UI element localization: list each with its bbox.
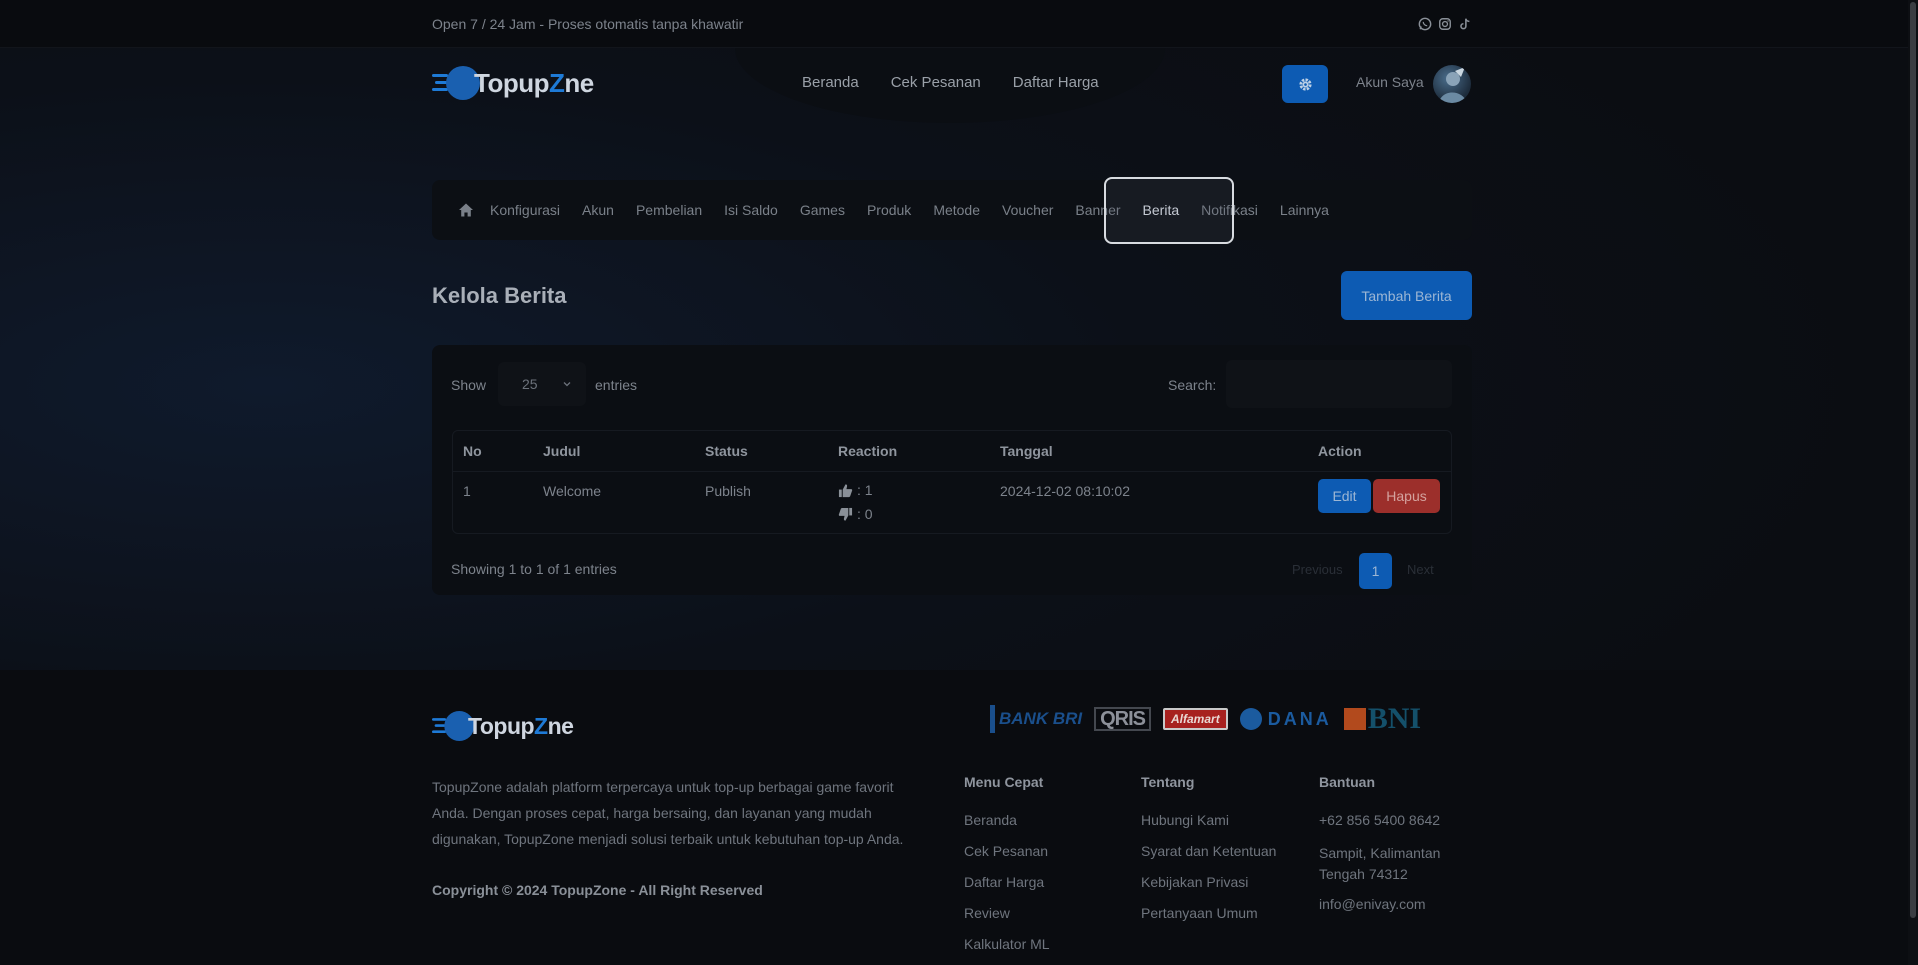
scrollbar-thumb[interactable]	[1910, 2, 1916, 918]
footer-link-cek-pesanan[interactable]: Cek Pesanan	[964, 843, 1050, 859]
news-table	[452, 430, 1452, 534]
col-no: No	[463, 443, 482, 459]
main-nav: Beranda Cek Pesanan Daftar Harga	[802, 74, 1099, 91]
logo-text: TopupZne	[468, 712, 574, 739]
add-news-button[interactable]: Tambah Berita	[1341, 271, 1472, 320]
nav-daftar-harga[interactable]: Daftar Harga	[1013, 74, 1099, 91]
col-action: Action	[1318, 443, 1362, 459]
cell-tanggal: 2024-12-02 08:10:02	[1000, 483, 1130, 499]
entries-select[interactable]: 25	[498, 362, 586, 406]
col-tanggal: Tanggal	[1000, 443, 1053, 459]
admin-menu: Konfigurasi Akun Pembelian Isi Saldo Gam…	[432, 180, 1472, 240]
footer-tentang: Tentang Hubungi Kami Syarat dan Ketentua…	[1141, 774, 1276, 936]
page-title: Kelola Berita	[432, 283, 567, 308]
footer-heading: Tentang	[1141, 774, 1195, 790]
pagination-next[interactable]: Next	[1407, 562, 1434, 577]
footer-heading: Menu Cepat	[964, 774, 1044, 790]
chevron-down-icon	[563, 382, 571, 387]
entries-label: entries	[595, 377, 638, 393]
whatsapp-icon[interactable]	[1418, 17, 1432, 31]
nav-beranda[interactable]: Beranda	[802, 74, 859, 91]
active-menu-highlight	[1104, 177, 1234, 244]
payment-logos: BANK BRI QRIS Alfamart DANA BNI	[990, 702, 1421, 735]
footer	[0, 670, 1908, 965]
header-divider	[453, 471, 1451, 472]
footer-link-daftar-harga[interactable]: Daftar Harga	[964, 874, 1050, 890]
pagination-previous[interactable]: Previous	[1292, 562, 1343, 577]
instagram-icon[interactable]	[1438, 17, 1452, 31]
tiktok-icon[interactable]	[1458, 17, 1472, 31]
menu-konfigurasi[interactable]: Konfigurasi	[490, 202, 560, 218]
search-label: Search:	[1168, 377, 1217, 393]
footer-link-beranda[interactable]: Beranda	[964, 812, 1050, 828]
dislike-count: : 0	[838, 506, 873, 522]
social-links	[1418, 17, 1472, 31]
menu-isi-saldo[interactable]: Isi Saldo	[724, 202, 778, 218]
footer-bantuan: Bantuan +62 856 5400 8642 Sampit, Kalima…	[1319, 774, 1469, 927]
copyright: Copyright © 2024 TopupZone - All Right R…	[432, 882, 763, 898]
cell-status: Publish	[705, 483, 751, 499]
footer-link-faq[interactable]: Pertanyaan Umum	[1141, 905, 1276, 921]
pagination-page-1[interactable]: 1	[1359, 553, 1392, 589]
account-label[interactable]: Akun Saya	[1356, 74, 1424, 90]
logo-text: TopupZne	[474, 67, 594, 98]
bni-icon	[1343, 708, 1366, 730]
show-label: Show	[451, 377, 487, 393]
payment-qris-logo: QRIS	[1094, 707, 1152, 731]
thumbs-down-icon	[838, 507, 853, 521]
like-count: : 1	[838, 482, 873, 498]
footer-heading: Bantuan	[1319, 774, 1375, 790]
nav-cek-pesanan[interactable]: Cek Pesanan	[891, 74, 981, 91]
cell-judul: Welcome	[543, 483, 602, 499]
footer-address: Sampit, Kalimantan Tengah 74312	[1319, 845, 1441, 882]
topbar-text: Open 7 / 24 Jam - Proses otomatis tanpa …	[432, 16, 744, 32]
footer-link-hubungi-kami[interactable]: Hubungi Kami	[1141, 812, 1276, 828]
footer-link-syarat[interactable]: Syarat dan Ketentuan	[1141, 843, 1276, 859]
avatar-image	[1439, 67, 1467, 103]
gear-icon	[1298, 77, 1312, 91]
site-logo[interactable]: TopupZne	[432, 64, 594, 102]
payment-dana-logo: DANA	[1239, 705, 1332, 733]
menu-produk[interactable]: Produk	[867, 202, 911, 218]
delete-button[interactable]: Hapus	[1373, 479, 1440, 513]
payment-bri-logo: BANK BRI	[990, 705, 1082, 733]
cell-no: 1	[463, 483, 471, 499]
top-bar: Open 7 / 24 Jam - Proses otomatis tanpa …	[0, 0, 1908, 48]
payment-alfamart-logo: Alfamart	[1163, 708, 1228, 730]
footer-phone[interactable]: +62 856 5400 8642	[1319, 812, 1469, 828]
entries-value: 25	[522, 376, 538, 392]
menu-pembelian[interactable]: Pembelian	[636, 202, 702, 218]
menu-metode[interactable]: Metode	[933, 202, 980, 218]
col-status: Status	[705, 443, 748, 459]
col-judul: Judul	[543, 443, 581, 459]
footer-logo[interactable]: TopupZne	[432, 709, 574, 743]
search-input[interactable]	[1226, 360, 1452, 408]
thumbs-up-icon	[838, 483, 853, 497]
menu-games[interactable]: Games	[800, 202, 845, 218]
footer-link-kalkulator-ml[interactable]: Kalkulator ML	[964, 936, 1050, 952]
menu-lainnya[interactable]: Lainnya	[1280, 202, 1329, 218]
edit-button[interactable]: Edit	[1318, 479, 1371, 513]
footer-link-privasi[interactable]: Kebijakan Privasi	[1141, 874, 1276, 890]
footer-menu-cepat: Menu Cepat Beranda Cek Pesanan Daftar Ha…	[964, 774, 1050, 965]
table-info: Showing 1 to 1 of 1 entries	[451, 561, 617, 577]
menu-voucher[interactable]: Voucher	[1002, 202, 1053, 218]
settings-button[interactable]	[1282, 65, 1328, 103]
dana-icon	[1239, 708, 1262, 730]
menu-akun[interactable]: Akun	[582, 202, 614, 218]
footer-description: TopupZone adalah platform terpercaya unt…	[432, 779, 904, 847]
payment-bni-logo: BNI	[1343, 702, 1421, 735]
col-reaction: Reaction	[838, 443, 898, 459]
footer-link-review[interactable]: Review	[964, 905, 1050, 921]
footer-email[interactable]: info@enivay.com	[1319, 896, 1469, 912]
home-icon[interactable]	[458, 202, 474, 218]
avatar[interactable]	[1433, 65, 1471, 103]
